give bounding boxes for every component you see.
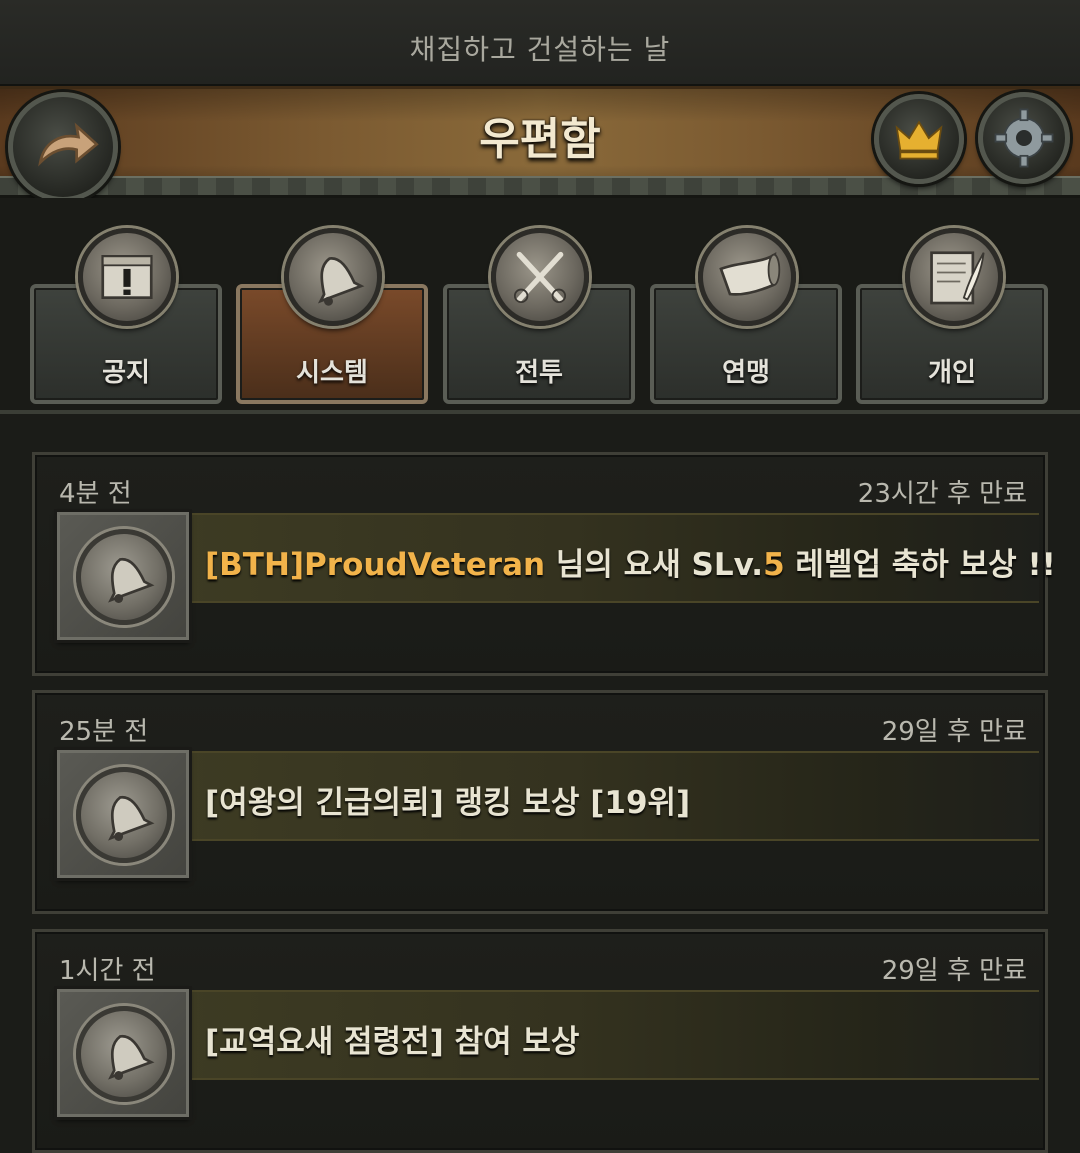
tab-battle-label: 전투 (515, 358, 563, 388)
mail-expire: 29일 후 만료 (881, 717, 1027, 747)
gear-icon (994, 108, 1054, 168)
mail-thumbnail (57, 512, 189, 640)
crossed-swords-icon (491, 228, 589, 326)
mail-subject: [교역요새 점령전] 참여 보상 (205, 1024, 580, 1060)
back-arrow-icon (38, 122, 99, 167)
mail-thumbnail (57, 750, 189, 878)
mail-expire: 29일 후 만료 (881, 956, 1027, 986)
mail-subject-level: 5 (763, 547, 785, 583)
tab-personal-label: 개인 (928, 358, 976, 388)
tab-alliance-label: 연맹 (722, 358, 770, 388)
bell-icon (76, 529, 172, 625)
mail-item[interactable]: 25분 전 29일 후 만료 [여왕의 긴급의뢰] 랭킹 보상 [19위] (32, 690, 1048, 914)
back-button[interactable] (8, 92, 118, 202)
crown-button[interactable] (874, 94, 964, 184)
crown-icon (895, 120, 943, 160)
mail-item[interactable]: 1시간 전 29일 후 만료 [교역요새 점령전] 참여 보상 (32, 929, 1048, 1153)
mail-expire: 23시간 후 만료 (857, 479, 1027, 509)
horn-icon (698, 228, 796, 326)
mail-subject-tail: 레벨업 축하 보상 !! (784, 547, 1056, 583)
mail-subject: [여왕의 긴급의뢰] 랭킹 보상 [19위] (205, 785, 691, 821)
mail-thumbnail (57, 989, 189, 1117)
bell-icon (76, 767, 172, 863)
mail-time: 1시간 전 (59, 956, 156, 986)
notice-chest-icon (78, 228, 176, 326)
event-banner-text: 채집하고 건설하는 날 (409, 33, 671, 66)
bell-icon (76, 1006, 172, 1102)
mail-time: 4분 전 (59, 479, 132, 509)
letter-quill-icon (905, 228, 1003, 326)
mail-item[interactable]: 4분 전 23시간 후 만료 [BTH]ProudVeteran 님의 요새 S… (32, 452, 1056, 676)
tab-notice-label: 공지 (102, 358, 150, 388)
mail-time: 25분 전 (59, 717, 149, 747)
tab-bar: 공지 시스템 전투 연맹 개인 (0, 198, 1080, 414)
event-banner: 채집하고 건설하는 날 (0, 0, 1080, 86)
mail-subject-mid: 님의 요새 SLv. (545, 547, 764, 583)
tab-system-label: 시스템 (296, 358, 368, 388)
settings-button[interactable] (978, 92, 1070, 184)
bell-icon (284, 228, 382, 326)
mail-subject-sender: [BTH]ProudVeteran (205, 547, 546, 583)
mail-subject: [BTH]ProudVeteran 님의 요새 SLv.5 레벨업 축하 보상 … (205, 539, 1056, 584)
